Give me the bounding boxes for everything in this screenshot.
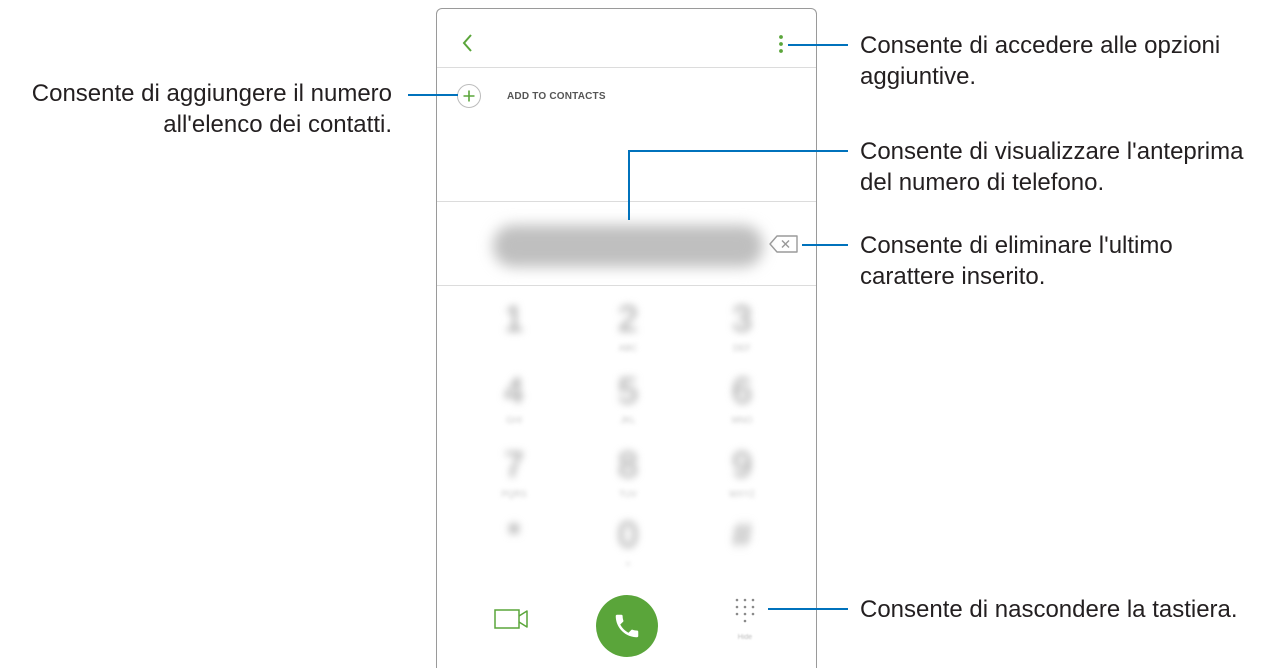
header-divider bbox=[437, 67, 816, 68]
annotation-line: Consente di visualizzare l'anteprima bbox=[860, 138, 1244, 165]
more-vertical-icon bbox=[779, 35, 783, 53]
chevron-left-icon bbox=[462, 34, 472, 52]
annotation-line: Consente di eliminare l'ultimo bbox=[860, 232, 1173, 259]
preview-divider-bottom bbox=[437, 285, 816, 286]
video-call-button[interactable] bbox=[493, 605, 531, 633]
dialpad-icon bbox=[735, 598, 755, 623]
call-button[interactable] bbox=[596, 595, 658, 657]
annotation-line: aggiuntive. bbox=[860, 63, 977, 90]
add-to-contacts-row[interactable]: ADD TO CONTACTS bbox=[457, 81, 606, 111]
dial-key-8[interactable]: 8 TUV bbox=[593, 445, 663, 515]
backspace-icon bbox=[769, 235, 798, 253]
phone-icon bbox=[615, 614, 639, 638]
leader-line-preview bbox=[628, 150, 848, 152]
annotation-line: Consente di nascondere la tastiera. bbox=[860, 596, 1238, 623]
dial-key-2[interactable]: 2 ABC bbox=[593, 299, 663, 369]
back-button[interactable] bbox=[457, 29, 479, 57]
annotation-delete-char: Consente di eliminare l'ultimo carattere… bbox=[860, 230, 1173, 292]
annotation-more-options: Consente di accedere alle opzioni aggiun… bbox=[860, 30, 1220, 92]
hide-keypad-label: Hide bbox=[737, 634, 753, 641]
phone-screen: ADD TO CONTACTS 0000000000 1 2ABC 3DEF 4… bbox=[436, 8, 817, 668]
leader-line-preview-vertical bbox=[628, 150, 630, 220]
preview-divider-top bbox=[437, 201, 816, 202]
annotation-hide-keypad: Consente di nascondere la tastiera. bbox=[860, 594, 1238, 625]
dial-key-7[interactable]: 7 PQRS bbox=[479, 445, 549, 515]
dial-key-hash[interactable]: # bbox=[707, 515, 777, 585]
annotation-line: del numero di telefono. bbox=[860, 169, 1105, 196]
hide-keypad-button[interactable]: Hide bbox=[730, 597, 760, 643]
video-call-icon bbox=[494, 609, 528, 629]
leader-line-delete bbox=[802, 244, 848, 246]
dial-key-3[interactable]: 3 DEF bbox=[707, 299, 777, 369]
leader-line-add-contact bbox=[408, 94, 458, 96]
dial-key-9[interactable]: 9 WXYZ bbox=[707, 445, 777, 515]
number-preview-field: 0000000000 bbox=[493, 225, 763, 267]
dial-key-1[interactable]: 1 bbox=[479, 299, 549, 369]
more-options-button[interactable] bbox=[774, 31, 788, 57]
dial-key-0[interactable]: 0 + bbox=[593, 515, 663, 585]
dial-key-star[interactable]: * bbox=[479, 515, 549, 585]
dial-key-5[interactable]: 5 JKL bbox=[593, 371, 663, 441]
add-to-contacts-label: ADD TO CONTACTS bbox=[507, 90, 606, 102]
backspace-button[interactable] bbox=[768, 233, 800, 255]
annotation-line: all'elenco dei contatti. bbox=[163, 111, 392, 138]
plus-icon bbox=[463, 90, 475, 102]
annotation-add-contact: Consente di aggiungere il numero all'ele… bbox=[32, 78, 392, 140]
leader-line-hide-keypad bbox=[768, 608, 848, 610]
dial-key-4[interactable]: 4 GHI bbox=[479, 371, 549, 441]
annotation-line: Consente di aggiungere il numero bbox=[31, 80, 392, 107]
add-contact-button[interactable] bbox=[457, 84, 481, 108]
annotation-preview-number: Consente di visualizzare l'anteprima del… bbox=[860, 136, 1243, 198]
annotation-line: carattere inserito. bbox=[860, 263, 1046, 290]
annotation-line: Consente di accedere alle opzioni bbox=[860, 32, 1221, 59]
leader-line-more-options bbox=[788, 44, 848, 46]
dial-key-6[interactable]: 6 MNO bbox=[707, 371, 777, 441]
